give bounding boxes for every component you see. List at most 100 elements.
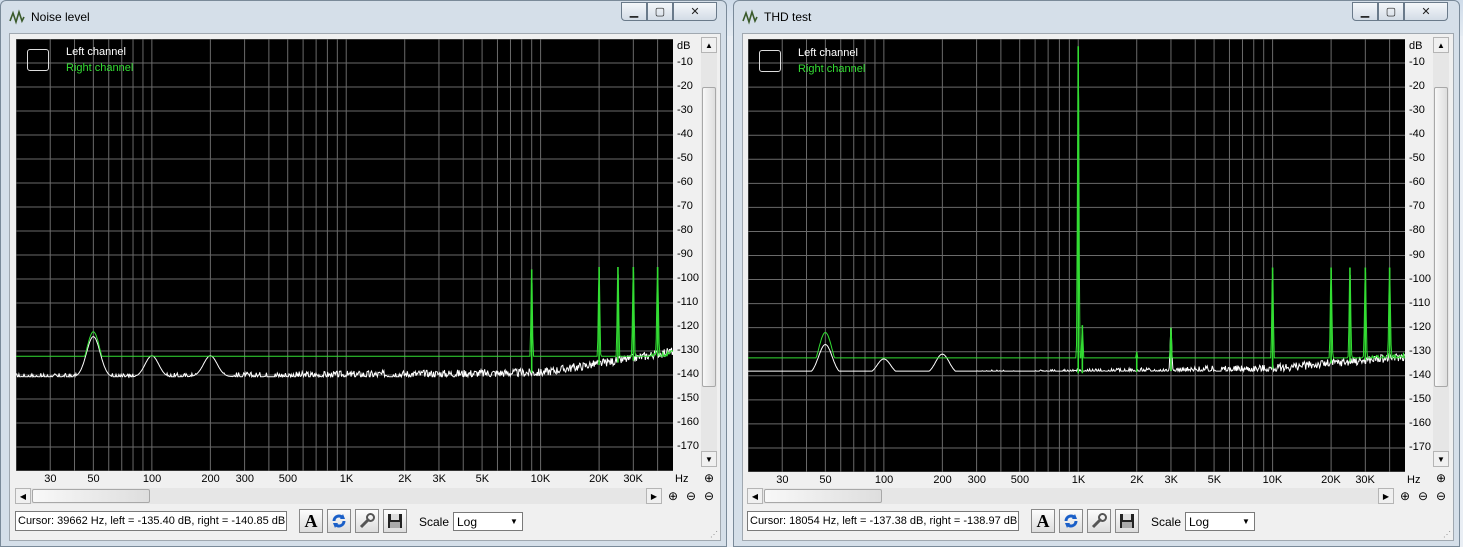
y-tick-label: -120	[677, 320, 700, 332]
y-tick-label: -60	[677, 176, 693, 188]
refresh-icon	[332, 514, 346, 528]
close-button[interactable]: ✕	[1404, 2, 1448, 21]
x-tick-label: 2K	[1130, 474, 1144, 486]
spectrum-chart-svg	[16, 39, 673, 471]
dropdown-arrow-icon: ▼	[1242, 517, 1250, 526]
y-tick-label: -40	[677, 128, 693, 140]
scroll-left-button[interactable]: ◀	[15, 488, 31, 504]
y-tick-label: -170	[1409, 440, 1432, 453]
scale-select[interactable]: Log ▼	[453, 512, 523, 531]
x-tick-label: 20K	[1321, 474, 1341, 486]
scroll-down-button[interactable]: ▼	[1433, 451, 1449, 467]
scroll-up-button[interactable]: ▲	[701, 37, 717, 53]
maximize-icon: ▢	[1385, 6, 1397, 18]
zoom-in-icon[interactable]: ⊕	[1397, 488, 1413, 504]
zoom-in-icon[interactable]: ⊕	[665, 488, 681, 504]
scale-select-value: Log	[457, 515, 478, 529]
y-tick-label: -90	[677, 248, 693, 260]
refresh-icon	[1064, 514, 1078, 528]
scroll-right-button[interactable]: ▶	[1378, 488, 1394, 504]
y-tick-label: -60	[1409, 176, 1425, 189]
zoom-in-vertical-icon[interactable]: ⊕	[1433, 470, 1449, 486]
title-bar[interactable]: Noise level ▁ ▢ ✕	[1, 1, 726, 33]
y-tick-label: -10	[677, 56, 693, 68]
zoom-in-vertical-icon[interactable]: ⊕	[701, 470, 717, 486]
series-line-right-channel	[748, 64, 1405, 360]
y-tick-label: -90	[1409, 248, 1425, 261]
zoom-reset-icon[interactable]: ⊖	[701, 488, 717, 504]
zoom-reset-icon[interactable]: ⊖	[1433, 488, 1449, 504]
settings-button[interactable]	[355, 509, 379, 533]
triangle-down-icon: ▼	[705, 454, 713, 464]
cursor-readout: Cursor: 39662 Hz, left = -135.40 dB, rig…	[15, 511, 287, 531]
legend-right-channel: Right channel	[66, 62, 134, 74]
spectrum-plot[interactable]: Left channel Right channel	[16, 39, 673, 471]
dropdown-arrow-icon: ▼	[510, 517, 518, 526]
spectrum-app-icon	[742, 9, 758, 25]
vertical-scroll-thumb[interactable]	[702, 87, 716, 387]
x-tick-label: 2K	[398, 473, 412, 485]
horizontal-scrollbar[interactable]: ◀ ▶	[15, 488, 662, 504]
y-tick-label: -100	[1409, 272, 1432, 285]
scroll-up-button[interactable]: ▲	[1433, 37, 1449, 53]
triangle-left-icon: ◀	[19, 491, 27, 501]
y-tick-label: -120	[1409, 320, 1432, 333]
minimize-button[interactable]: ▁	[1352, 2, 1378, 21]
legend-left-channel: Left channel	[798, 47, 858, 59]
resize-grip-icon[interactable]: ⋰	[710, 530, 720, 540]
scroll-left-button[interactable]: ◀	[747, 488, 763, 504]
scroll-right-button[interactable]: ▶	[646, 488, 662, 504]
triangle-up-icon: ▲	[1437, 40, 1445, 50]
scroll-down-button[interactable]: ▼	[701, 451, 717, 467]
x-tick-label: 1K	[339, 473, 354, 485]
save-button[interactable]	[383, 509, 407, 533]
zoom-out-icon[interactable]: ⊖	[683, 488, 699, 504]
x-tick-label: 50	[87, 473, 100, 485]
x-tick-label: 10K	[1262, 474, 1283, 486]
font-settings-button[interactable]: A	[299, 509, 323, 533]
y-tick-label: -20	[677, 80, 693, 92]
window-thd-test[interactable]: THD test ▁ ▢ ✕ Left channel Right channe…	[733, 0, 1460, 547]
vertical-scrollbar[interactable]: ▲ ▼	[1433, 37, 1449, 467]
resize-grip-icon[interactable]: ⋰	[1443, 530, 1453, 540]
y-tick-label: -20	[1409, 80, 1425, 93]
chart-thumbnail-icon[interactable]	[27, 49, 49, 71]
zoom-out-icon[interactable]: ⊖	[1415, 488, 1431, 504]
settings-button[interactable]	[1087, 509, 1111, 533]
save-button[interactable]	[1115, 509, 1139, 533]
horizontal-scroll-thumb[interactable]	[764, 489, 882, 503]
minimize-button[interactable]: ▁	[621, 2, 647, 21]
x-tick-label: 3K	[1164, 474, 1178, 486]
horizontal-scrollbar[interactable]: ◀ ▶	[747, 488, 1394, 504]
cursor-readout: Cursor: 18054 Hz, left = -137.38 dB, rig…	[747, 511, 1019, 531]
x-tick-label: 10K	[530, 473, 551, 485]
y-tick-label: -160	[1409, 416, 1432, 429]
maximize-button[interactable]: ▢	[647, 2, 673, 21]
y-tick-label: -70	[677, 200, 693, 212]
x-axis-unit: Hz	[675, 473, 689, 485]
triangle-right-icon: ▶	[1382, 491, 1390, 501]
x-tick-label: 500	[278, 473, 298, 485]
maximize-button[interactable]: ▢	[1378, 2, 1404, 21]
close-button[interactable]: ✕	[673, 2, 717, 21]
x-tick-label: 200	[933, 474, 952, 486]
window-client: Left channel Right channel dB -10 -20 -30 -4…	[742, 33, 1454, 541]
scale-select[interactable]: Log ▼	[1185, 512, 1255, 531]
spectrum-plot[interactable]: Left channel Right channel	[748, 39, 1405, 472]
chart-thumbnail-icon[interactable]	[759, 50, 781, 72]
window-noise-level[interactable]: Noise level ▁ ▢ ✕ Left channel Right cha…	[0, 0, 727, 547]
font-settings-button[interactable]: A	[1031, 509, 1055, 533]
refresh-button[interactable]	[1059, 509, 1083, 533]
horizontal-scroll-thumb[interactable]	[32, 489, 150, 503]
window-title: THD test	[764, 10, 812, 24]
triangle-down-icon: ▼	[1437, 454, 1445, 464]
y-tick-label: -130	[1409, 344, 1432, 357]
refresh-button[interactable]	[327, 509, 351, 533]
title-bar[interactable]: THD test ▁ ▢ ✕	[734, 1, 1459, 33]
floppy-disk-icon	[1120, 514, 1134, 528]
scale-label: Scale	[419, 515, 450, 529]
vertical-scrollbar[interactable]: ▲ ▼	[701, 37, 717, 467]
y-tick-label: -10	[1409, 56, 1425, 69]
vertical-scroll-thumb[interactable]	[1434, 87, 1448, 387]
triangle-left-icon: ◀	[751, 491, 759, 501]
